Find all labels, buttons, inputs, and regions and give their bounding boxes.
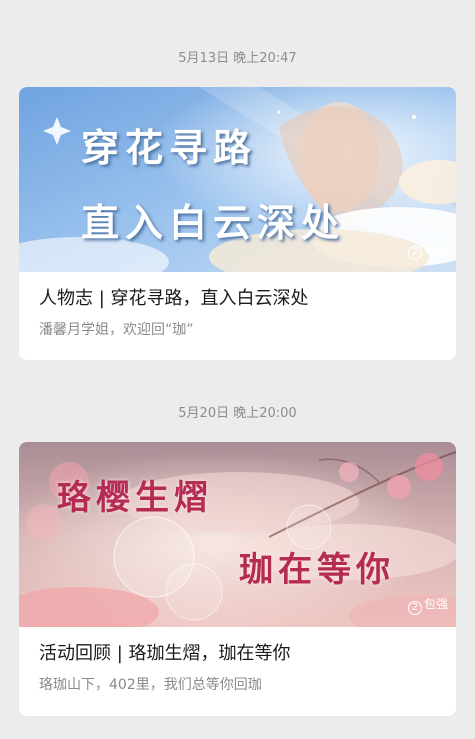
- cover-title-line-2: 直入白云深处: [81, 200, 346, 245]
- article-cover-image[interactable]: 珞樱生熠 珈在等你 2 包强: [19, 442, 456, 627]
- article-feed: 5月13日 晚上20:47 穿花寻路 直入白云深处 2 包强 人物志 | 穿花寻…: [0, 0, 475, 739]
- article-digest: 潘馨月学姐，欢迎回“珈”: [39, 322, 194, 338]
- article-title[interactable]: 活动回顾 | 珞珈生熠，珈在等你: [39, 642, 436, 666]
- article-digest: 珞珈山下，402里，我们总等你回珈: [39, 677, 262, 693]
- watermark-text: 包强: [423, 597, 448, 611]
- article-title[interactable]: 人物志 | 穿花寻路，直入白云深处: [39, 287, 436, 311]
- article-card[interactable]: 珞樱生熠 珈在等你 2 包强 活动回顾 | 珞珈生熠，珈在等你 珞珈山下，402里…: [19, 442, 456, 716]
- cover-title-line-1: 穿花寻路: [81, 125, 258, 170]
- circled-number-icon: 2: [407, 601, 422, 615]
- circled-number-icon: 2: [407, 246, 422, 260]
- cover-watermark: 2 包强: [407, 240, 448, 260]
- article-cover-image[interactable]: 穿花寻路 直入白云深处 2 包强: [19, 87, 456, 272]
- cover-title-line-2: 珈在等你: [239, 550, 395, 590]
- cover-watermark: 2 包强: [407, 595, 448, 615]
- article-card[interactable]: 穿花寻路 直入白云深处 2 包强 人物志 | 穿花寻路，直入白云深处 潘馨月学姐，…: [19, 87, 456, 360]
- message-timestamp: 5月13日 晚上20:47: [178, 51, 297, 66]
- watermark-text: 包强: [423, 242, 448, 256]
- message-timestamp: 5月20日 晚上20:00: [178, 406, 297, 421]
- cover-title-line-1: 珞樱生熠: [57, 478, 213, 518]
